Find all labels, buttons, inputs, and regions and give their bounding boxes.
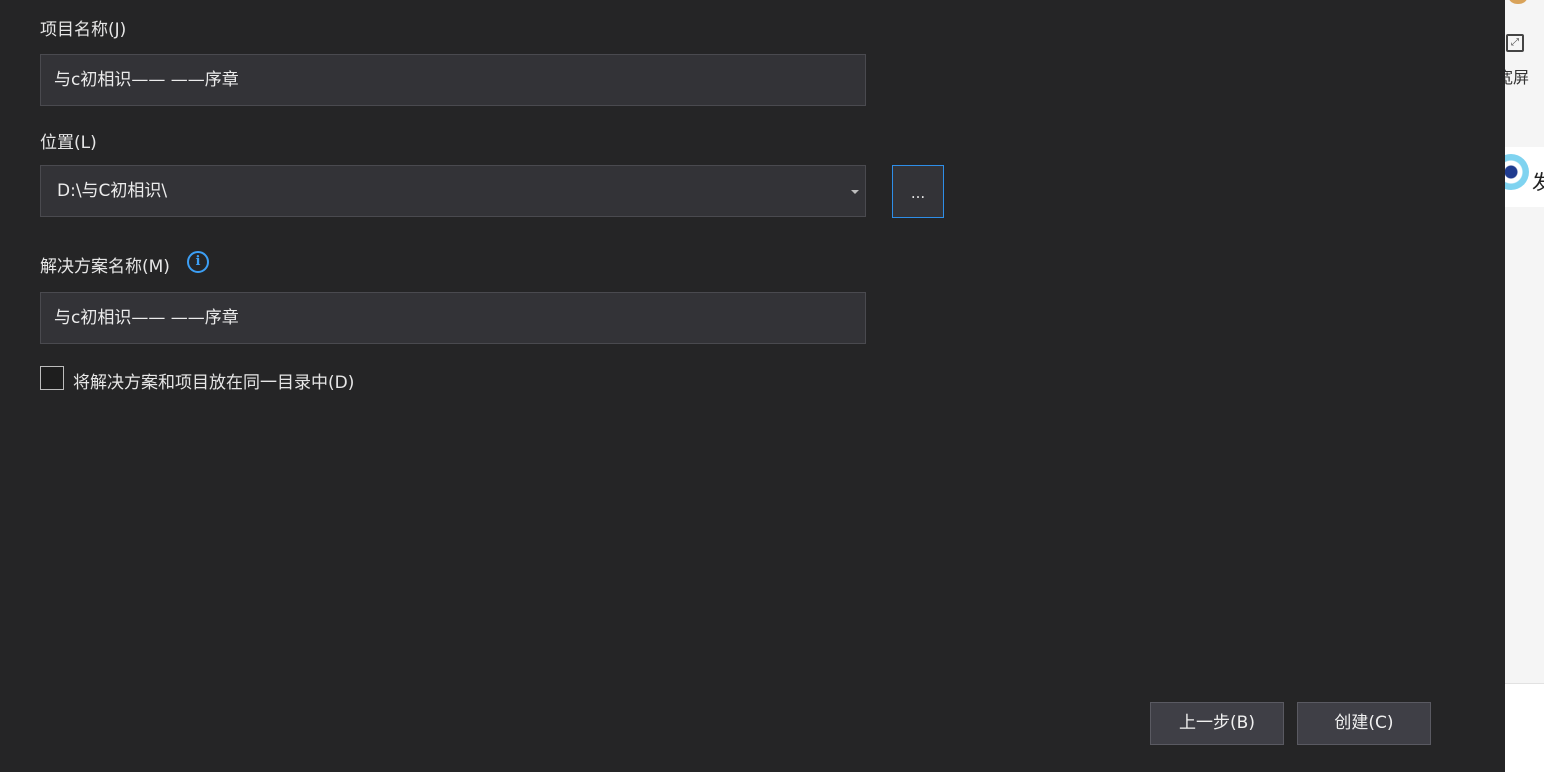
location-dropdown[interactable]: D:\与C初相识\ [40,165,866,217]
solution-name-label: 解决方案名称(M) [40,257,170,277]
info-icon[interactable]: i [187,251,209,273]
project-name-input[interactable]: 与c初相识—— ——序章 [40,54,866,106]
same-directory-checkbox[interactable] [40,366,64,390]
back-button[interactable]: 上一步(B) [1150,702,1284,745]
side-card-text[interactable]: 发 [1532,166,1544,195]
solution-name-value: 与c初相识—— ——序章 [54,308,239,328]
create-button[interactable]: 创建(C) [1297,702,1431,745]
solution-name-input[interactable]: 与c初相识—— ——序章 [40,292,866,344]
expand-icon[interactable]: ⤢ [1506,34,1524,52]
location-value: D:\与C初相识\ [57,181,168,201]
widescreen-label[interactable]: 宽屏 [1505,64,1529,88]
project-name-label: 项目名称(J) [40,20,127,40]
browse-button[interactable]: ... [892,165,944,218]
location-label: 位置(L) [40,133,97,153]
side-bottom-area [1505,683,1544,772]
avatar [1509,0,1527,4]
background-window-strip: ⤢ 宽屏 发 [1505,0,1544,772]
same-directory-label[interactable]: 将解决方案和项目放在同一目录中(D) [73,368,354,393]
new-project-dialog: 项目名称(J) 与c初相识—— ——序章 位置(L) D:\与C初相识\ ...… [0,0,1505,772]
project-name-value: 与c初相识—— ——序章 [54,70,239,90]
chevron-down-icon[interactable] [851,190,859,194]
